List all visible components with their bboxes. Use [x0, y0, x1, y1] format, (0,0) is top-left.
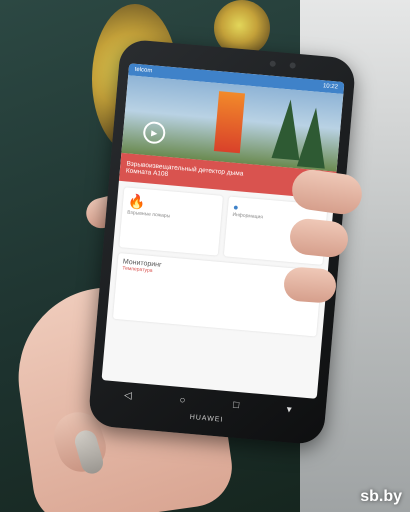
front-camera: [269, 60, 276, 67]
front-camera-secondary: [289, 62, 296, 69]
building-tower: [213, 91, 246, 154]
play-icon[interactable]: ▶: [142, 120, 167, 145]
recents-icon[interactable]: □: [233, 399, 240, 410]
right-finger: [282, 266, 338, 304]
fire-card[interactable]: 🔥 Взрывные пожары: [119, 187, 224, 256]
clock-label: 10:22: [322, 83, 339, 91]
home-icon[interactable]: ○: [179, 394, 186, 405]
menu-icon[interactable]: ▾: [286, 404, 292, 415]
watermark: sb.by: [360, 488, 402, 505]
carrier-label: telcom: [134, 66, 153, 75]
back-icon[interactable]: ◁: [124, 390, 133, 402]
tree: [296, 106, 331, 169]
photo-scene: telcom 10:22 ▶ Взрывоизвещательный детек…: [0, 0, 410, 512]
